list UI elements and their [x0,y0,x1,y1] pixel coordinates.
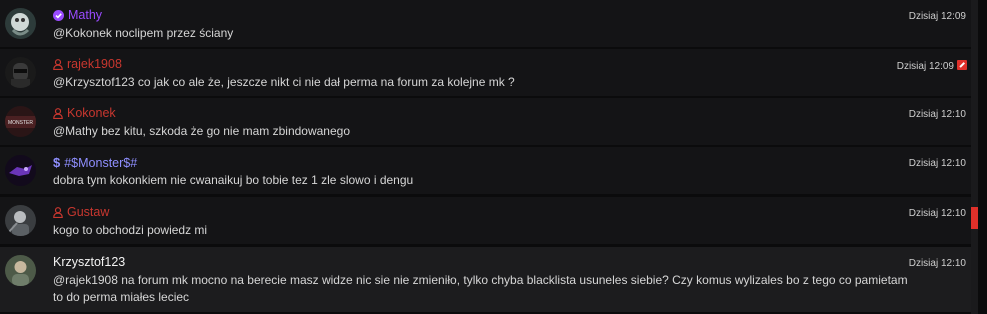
edit-icon[interactable] [957,60,967,70]
dollar-sign-icon: $ [53,155,61,170]
checkmark-badge-icon [53,10,64,25]
chat-message: Gustaw kogo to obchodzi powiedz mi Dzisi… [0,197,971,245]
avatar[interactable] [5,205,36,236]
message-text: @rajek1908 na forum mk mocno na berecie … [53,273,908,304]
avatar[interactable] [5,255,36,286]
scrollbar-thumb[interactable] [971,207,978,229]
avatar[interactable] [5,155,36,186]
username[interactable]: Mathy [53,8,102,25]
username[interactable]: Gustaw [53,205,109,222]
username[interactable]: Krzysztof123 [53,255,125,270]
chat-message: Krzysztof123 @rajek1908 na forum mk mocn… [0,247,971,313]
chat-message: $ #$Monster$# dobra tym kokonkiem nie cwa… [0,147,971,195]
message-text: @Mathy bez kitu, szkoda że go nie mam zb… [53,124,351,138]
chat-message: Mathy @Kokonek noclipem przez ściany Dzi… [0,0,971,48]
message-text: kogo to obchodzi powiedz mi [53,223,208,237]
timestamp: Dzisiaj 12:10 [908,208,966,219]
user-outline-icon [53,108,63,123]
username[interactable]: $ #$Monster$# [53,155,137,171]
chat-feed: Mathy @Kokonek noclipem przez ściany Dzi… [0,0,971,314]
username[interactable]: Kokonek [53,106,116,123]
user-outline-icon [53,59,63,74]
avatar[interactable] [5,57,36,88]
timestamp: Dzisiaj 12:10 [908,258,966,269]
scrollbar[interactable] [971,0,978,314]
user-outline-icon [53,207,63,222]
chat-message: rajek1908 @Krzysztof123 co jak co ale że… [0,49,971,97]
avatar[interactable]: MONSTER [5,106,36,137]
message-text: dobra tym kokonkiem nie cwanaikuj bo tob… [53,173,414,187]
svg-text:MONSTER: MONSTER [8,120,33,126]
avatar[interactable] [5,8,36,39]
timestamp: Dzisiaj 12:09 [897,60,967,72]
timestamp: Dzisiaj 12:09 [908,11,966,22]
chat-message: MONSTER Kokonek @Mathy bez kitu, szkoda … [0,98,971,146]
message-text: @Kokonek noclipem przez ściany [53,26,234,40]
timestamp: Dzisiaj 12:10 [908,109,966,120]
username[interactable]: rajek1908 [53,57,122,74]
timestamp: Dzisiaj 12:10 [908,158,966,169]
message-text: @Krzysztof123 co jak co ale że, jeszcze … [53,75,515,89]
